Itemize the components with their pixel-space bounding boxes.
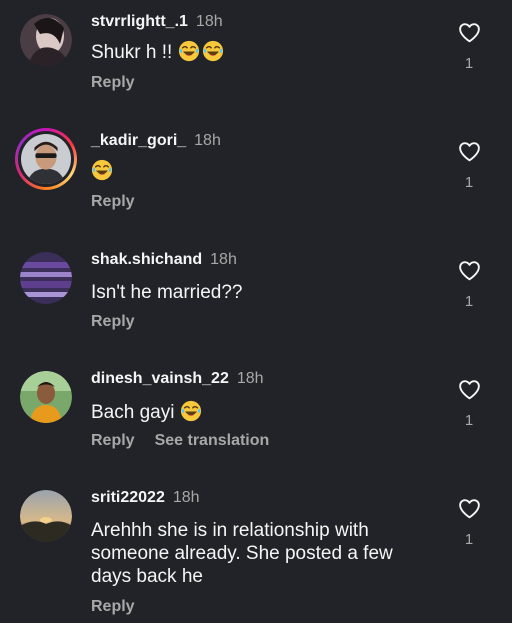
- timestamp: 18h: [195, 13, 223, 30]
- reply-button[interactable]: Reply: [91, 432, 135, 449]
- comment-actions: Reply: [91, 193, 135, 211]
- story-ring: [18, 131, 74, 187]
- comment-text: Shukr h !!: [91, 40, 421, 64]
- timestamp: 18h: [172, 489, 200, 506]
- comment-text: Bach gayi: [91, 400, 421, 424]
- comment-meta: stvrrlightt_.1 18h: [91, 12, 223, 32]
- heart-outline-icon[interactable]: [457, 496, 482, 521]
- like-count: 1: [464, 55, 474, 72]
- comment-text: [91, 159, 421, 183]
- avatar-image: [20, 371, 72, 423]
- avatar-image: [20, 14, 72, 66]
- comment-actions: Reply See translation: [91, 432, 269, 450]
- comment-body: Isn't he married??: [91, 282, 243, 303]
- like-count: 1: [464, 412, 474, 429]
- timestamp: 18h: [236, 370, 264, 387]
- comment-text: Isn't he married??: [91, 281, 421, 304]
- reply-button[interactable]: Reply: [91, 313, 135, 330]
- heart-outline-icon[interactable]: [457, 258, 482, 283]
- like-control: 1: [452, 20, 486, 72]
- avatar[interactable]: [15, 128, 77, 190]
- avatar[interactable]: [20, 371, 72, 423]
- comment-meta: sriti22022 18h: [91, 488, 200, 508]
- comment-item: stvrrlightt_.1 18h Shukr h !! Reply 1: [0, 12, 512, 112]
- comment-text: Arehhh she is in relationship with someo…: [91, 519, 421, 588]
- username[interactable]: stvrrlightt_.1: [91, 13, 188, 30]
- joy-emoji-icon: [180, 400, 202, 422]
- like-control: 1: [452, 377, 486, 429]
- comment-actions: Reply: [91, 74, 135, 92]
- joy-emoji-icon: [91, 159, 113, 181]
- comment-item: dinesh_vainsh_22 18h Bach gayi Reply See t…: [0, 369, 512, 469]
- avatar[interactable]: [20, 14, 72, 66]
- username[interactable]: sriti22022: [91, 489, 165, 506]
- like-control: 1: [452, 139, 486, 191]
- like-control: 1: [452, 496, 486, 548]
- comments-list: stvrrlightt_.1 18h Shukr h !! Reply 1 _k…: [0, 0, 512, 623]
- username[interactable]: _kadir_gori_: [91, 132, 186, 149]
- avatar[interactable]: [20, 252, 72, 304]
- joy-emoji-icon: [202, 40, 224, 62]
- like-count: 1: [464, 293, 474, 310]
- comment-item: _kadir_gori_ 18h Reply 1: [0, 128, 512, 231]
- avatar[interactable]: [20, 490, 72, 542]
- reply-button[interactable]: Reply: [91, 74, 135, 91]
- avatar-image: [20, 490, 72, 542]
- reply-button[interactable]: Reply: [91, 598, 135, 615]
- avatar-image: [20, 252, 72, 304]
- comment-meta: shak.shichand 18h: [91, 250, 237, 270]
- reply-button[interactable]: Reply: [91, 193, 135, 210]
- heart-outline-icon[interactable]: [457, 20, 482, 45]
- comment-actions: Reply: [91, 313, 135, 331]
- comment-body: Bach gayi: [91, 402, 175, 423]
- joy-emoji-icon: [178, 40, 200, 62]
- username[interactable]: shak.shichand: [91, 251, 202, 268]
- timestamp: 18h: [210, 251, 237, 268]
- comment-body: Shukr h !!: [91, 42, 173, 63]
- like-count: 1: [464, 531, 474, 548]
- comment-item: sriti22022 18h Arehhh she is in relations…: [0, 488, 512, 623]
- heart-outline-icon[interactable]: [457, 377, 482, 402]
- avatar-image: [21, 134, 71, 184]
- like-count: 1: [464, 174, 474, 191]
- comment-item: shak.shichand 18h Isn't he married?? Repl…: [0, 250, 512, 350]
- comment-meta: dinesh_vainsh_22 18h: [91, 369, 264, 389]
- comment-meta: _kadir_gori_ 18h: [91, 131, 221, 151]
- comment-body: Arehhh she is in relationship with someo…: [91, 520, 393, 587]
- see-translation-button[interactable]: See translation: [155, 432, 270, 449]
- comment-actions: Reply: [91, 598, 135, 616]
- timestamp: 18h: [194, 132, 221, 149]
- username[interactable]: dinesh_vainsh_22: [91, 370, 229, 387]
- heart-outline-icon[interactable]: [457, 139, 482, 164]
- like-control: 1: [452, 258, 486, 310]
